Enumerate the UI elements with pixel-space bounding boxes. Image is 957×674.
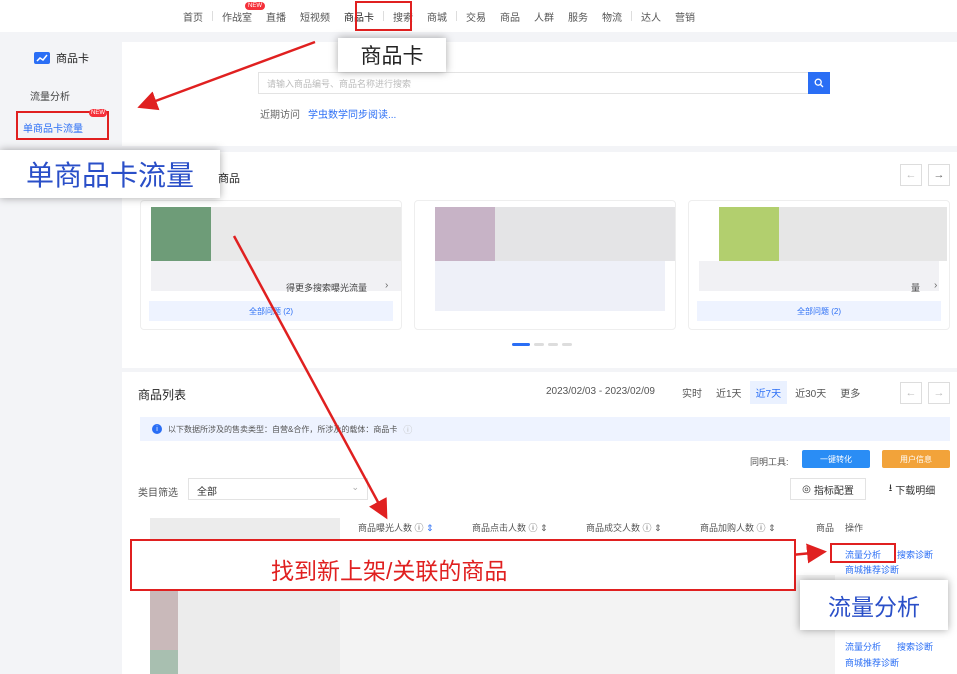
callout-product-card: 商品卡 [338,38,446,72]
callout-find-product: 找到新上架/关联的商品 [271,558,508,584]
section-title-fragment: 商品 [218,173,240,185]
arrow-to-sidebar [137,40,316,111]
callout-traffic-analysis: 流量分析 [800,580,948,630]
arrow-to-table [232,235,388,520]
traffic-analysis-highlight-box [830,543,896,563]
callout-single-card-traffic: 单商品卡流量 [0,150,220,198]
